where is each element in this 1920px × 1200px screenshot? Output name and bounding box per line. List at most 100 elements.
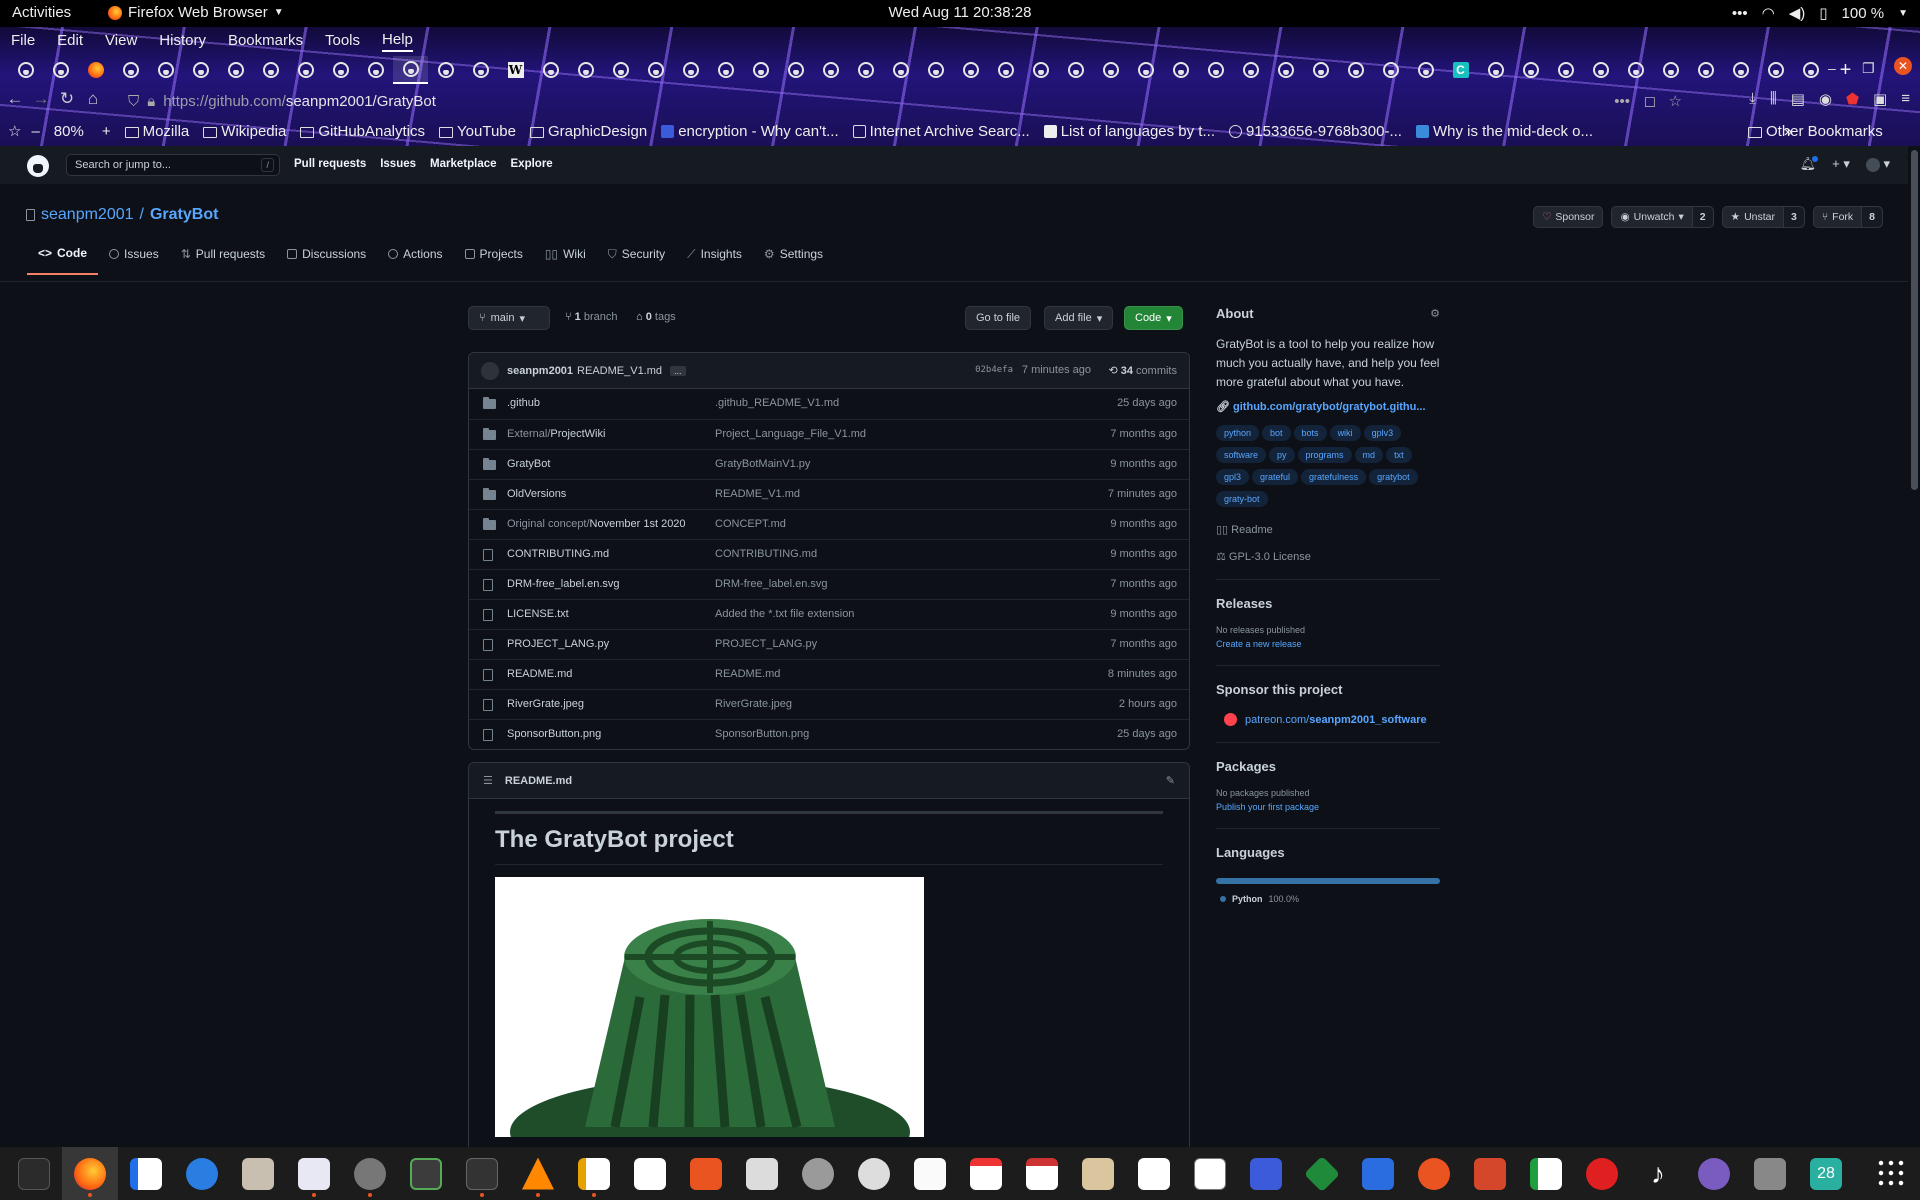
browser-tab[interactable] [1618,56,1653,84]
browser-tab[interactable] [1793,56,1828,84]
nav-marketplace[interactable]: Marketplace [430,158,496,170]
browser-tab[interactable] [673,56,708,84]
file-row[interactable]: README.md README.md 8 minutes ago [469,659,1189,689]
dock-tasks[interactable] [1238,1147,1294,1200]
dock-app-grid[interactable] [1864,1147,1920,1200]
bookmark-mozilla[interactable]: Mozilla [124,123,189,140]
zoom-in-button[interactable]: + [102,123,111,140]
file-commit-message[interactable]: .github_README_V1.md [715,397,839,409]
dock-font-viewer[interactable] [1014,1147,1070,1200]
browser-tab[interactable] [883,56,918,84]
topic-tag[interactable]: software [1216,447,1267,463]
dock-files[interactable] [230,1147,286,1200]
star-icon[interactable]: ☆ [8,122,21,140]
other-bookmarks[interactable]: Other Bookmarks [1748,123,1883,140]
browser-tab[interactable] [988,56,1023,84]
topic-tag[interactable]: md [1354,447,1384,463]
code-button[interactable]: Code ▾ [1124,306,1183,330]
browser-tab[interactable] [1093,56,1128,84]
create-release-link[interactable]: Create a new release [1216,639,1440,649]
license-link[interactable]: ⚖ GPL-3.0 License [1216,550,1440,563]
readme-filename[interactable]: README.md [505,775,572,787]
file-name-link[interactable]: README.md [507,668,572,680]
menu-view[interactable]: View [105,30,137,51]
clock[interactable]: Wed Aug 11 20:38:28 [0,4,1920,21]
unwatch-button[interactable]: ◉ Unwatch ▾ 2 [1611,206,1714,228]
dock-archive[interactable] [1070,1147,1126,1200]
topic-tag[interactable]: gratefulness [1301,469,1367,485]
browser-tab[interactable] [463,56,498,84]
downloads-icon[interactable]: ⤓ [1749,90,1756,108]
browser-tab[interactable] [743,56,778,84]
browser-tab[interactable] [1198,56,1233,84]
repo-name-link[interactable]: GratyBot [150,206,218,224]
hamburger-menu-icon[interactable]: ≡ [1901,90,1910,108]
back-icon[interactable]: ← [2,89,28,109]
ublock-icon[interactable]: ⬟ [1846,90,1859,108]
account-icon[interactable]: ◉ [1819,90,1832,108]
browser-tab[interactable] [1023,56,1058,84]
dock-terminal[interactable] [454,1147,510,1200]
browser-tab[interactable] [113,56,148,84]
scrollbar-thumb[interactable] [1911,150,1918,490]
browser-tab[interactable] [253,56,288,84]
zoom-out-button[interactable]: – [31,123,39,140]
bookmark-graphicdesign[interactable]: GraphicDesign [529,123,647,140]
dock-software[interactable] [678,1147,734,1200]
sidebar-icon[interactable]: ▤ [1791,90,1805,108]
browser-tab[interactable] [1548,56,1583,84]
menu-edit[interactable]: Edit [57,30,83,51]
extension-icon[interactable]: ▣ [1873,90,1887,108]
dock-extension-manager[interactable] [398,1147,454,1200]
topic-tag[interactable]: programs [1297,447,1352,463]
readme-link[interactable]: ▯▯ Readme [1216,523,1440,536]
file-name-link[interactable]: .github [507,397,540,409]
browser-tab[interactable] [148,56,183,84]
forward-icon[interactable]: → [28,89,54,109]
nav-pull-requests[interactable]: Pull requests [294,158,366,170]
user-avatar[interactable]: ▾ [1865,156,1890,172]
github-logo-icon[interactable] [27,155,49,177]
file-row[interactable]: RiverGrate.jpeg RiverGrate.jpeg 2 hours ag… [469,689,1189,719]
browser-tab[interactable] [288,56,323,84]
browser-tab[interactable] [428,56,463,84]
reload-icon[interactable]: ↻ [54,89,80,109]
file-commit-message[interactable]: RiverGrate.jpeg [715,698,792,710]
fork-button[interactable]: ⑂ Fork 8 [1812,206,1883,228]
browser-tab[interactable] [918,56,953,84]
dock-screen[interactable] [1350,1147,1406,1200]
sponsor-button[interactable]: ♡ Sponsor [1532,206,1604,228]
dock-disks[interactable] [790,1147,846,1200]
browser-tab[interactable] [1583,56,1618,84]
browser-tab[interactable] [1128,56,1163,84]
browser-tab[interactable] [43,56,78,84]
dock-settings[interactable] [342,1147,398,1200]
browser-tab[interactable] [1478,56,1513,84]
file-commit-message[interactable]: CONCEPT.md [715,518,786,530]
file-commit-message[interactable]: GratyBotMainV1.py [715,458,810,470]
browser-tab[interactable] [1688,56,1723,84]
search-input[interactable]: Search or jump to... / [66,154,280,176]
restore-icon[interactable]: ❐ [1862,60,1875,77]
browser-tab[interactable] [1303,56,1338,84]
publish-package-link[interactable]: Publish your first package [1216,802,1440,812]
file-commit-message[interactable]: CONTRIBUTING.md [715,548,817,560]
watch-count[interactable]: 2 [1691,207,1713,227]
dock-system-monitor[interactable] [6,1147,62,1200]
file-row[interactable]: SponsorButton.png SponsorButton.png 25 day… [469,719,1189,749]
tab-wiki[interactable]: ▯▯ Wiki [534,240,597,275]
dock-music[interactable]: ♪ [1630,1147,1686,1200]
file-commit-message[interactable]: DRM-free_label.en.svg [715,578,828,590]
browser-tab[interactable] [1373,56,1408,84]
avatar[interactable] [481,361,499,380]
nav-issues[interactable]: Issues [380,158,416,170]
topic-tag[interactable]: py [1269,447,1295,463]
tab-discussions[interactable]: Discussions [276,240,377,275]
dock-impress[interactable] [566,1147,622,1200]
dock-camera[interactable] [1686,1147,1742,1200]
topic-tag[interactable]: gplv3 [1363,425,1402,441]
topic-tag[interactable]: grateful [1252,469,1299,485]
bookmark-mid-deck[interactable]: Why is the mid-deck o... [1415,123,1593,140]
browser-tab[interactable] [568,56,603,84]
pocket-icon[interactable]: ◻ [1644,92,1656,110]
